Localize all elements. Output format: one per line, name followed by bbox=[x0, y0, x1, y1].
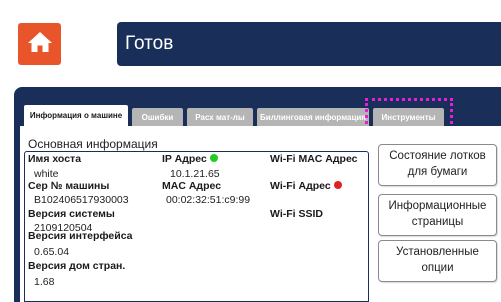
ip-status-indicator bbox=[209, 154, 218, 162]
section-title: Основная информация bbox=[28, 137, 158, 151]
tab-machine-info[interactable]: Информация о машине bbox=[24, 105, 128, 126]
wifi-address-label: Wi-Fi Адрес bbox=[270, 180, 342, 192]
interface-version-label: Версия интерфейса bbox=[28, 230, 133, 242]
system-version-label: Версия системы bbox=[28, 208, 115, 220]
mac-address-value: 00:02:32:51:c9:99 bbox=[166, 194, 251, 206]
wifi-status-indicator bbox=[333, 181, 342, 189]
serial-label: Сер № машины bbox=[28, 180, 110, 192]
wifi-ssid-label: Wi-Fi SSID bbox=[270, 208, 323, 220]
ip-address-value: 10.1.21.65 bbox=[170, 168, 220, 180]
mac-address-label: MAC Адрес bbox=[162, 180, 222, 192]
paper-tray-status-button[interactable]: Состояние лотков для бумаги bbox=[378, 144, 497, 186]
wifi-mac-label: Wi-Fi MAC Адрес bbox=[270, 153, 358, 165]
home-icon bbox=[27, 30, 53, 59]
homepage-version-value: 1.68 bbox=[34, 276, 55, 288]
tab-errors[interactable]: Ошибки bbox=[132, 108, 183, 126]
installed-options-button[interactable]: Установленные опции bbox=[378, 240, 497, 282]
homepage-version-label: Версия дом стран. bbox=[28, 260, 126, 272]
interface-version-value: 0.65.04 bbox=[34, 246, 70, 258]
tab-tools[interactable]: Инструменты bbox=[373, 108, 444, 126]
home-button[interactable] bbox=[18, 23, 61, 65]
hostname-value: white bbox=[34, 168, 59, 180]
ip-address-label: IP Адрес bbox=[162, 153, 218, 165]
hostname-label: Имя хоста bbox=[28, 153, 82, 165]
tab-billing-info[interactable]: Биллинговая информация bbox=[257, 108, 369, 126]
serial-value: B102406517930003 bbox=[34, 194, 129, 206]
tab-consumables[interactable]: Расх мат-лы bbox=[187, 108, 253, 126]
status-title: Готов bbox=[117, 22, 501, 66]
information-pages-button[interactable]: Информационные страницы bbox=[378, 194, 497, 236]
